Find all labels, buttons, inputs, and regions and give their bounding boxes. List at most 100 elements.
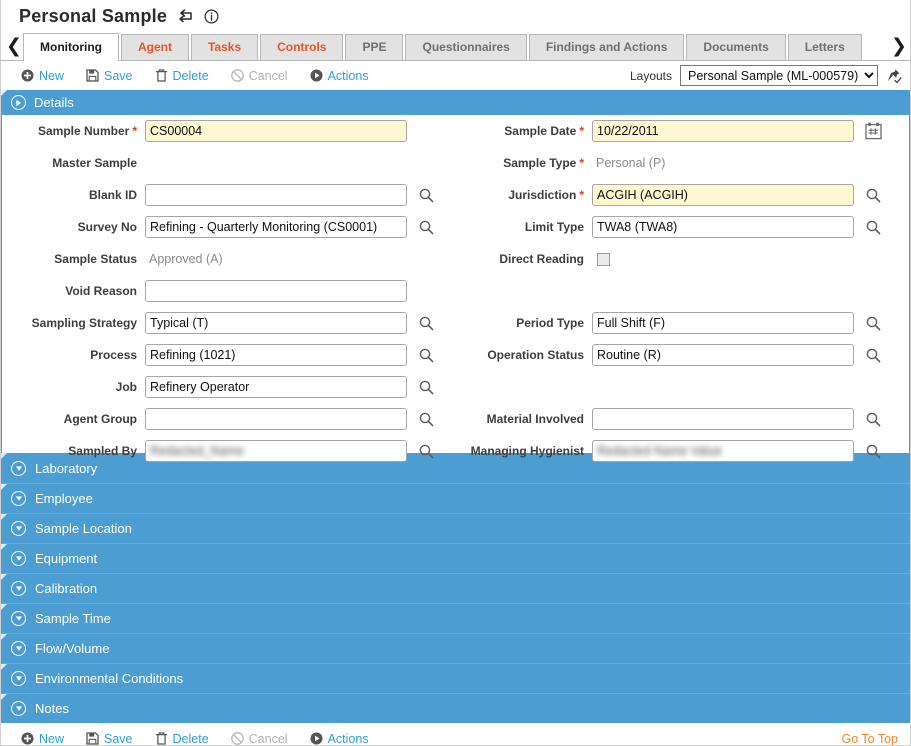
field-label-text: Period Type bbox=[516, 316, 584, 330]
field-label-sample-type: Sample Type * bbox=[457, 156, 592, 170]
lookup-search-icon-blank-id[interactable] bbox=[415, 184, 437, 206]
footer-actions-button[interactable]: Actions bbox=[310, 732, 369, 745]
tab-findings-and-actions[interactable]: Findings and Actions bbox=[528, 34, 685, 60]
new-button[interactable]: New bbox=[21, 69, 64, 83]
section-header-notes[interactable]: Notes bbox=[1, 693, 910, 723]
field-input-process[interactable]: Refining (1021) bbox=[145, 344, 407, 366]
actions-button[interactable]: Actions bbox=[310, 69, 369, 83]
delete-button[interactable]: Delete bbox=[155, 69, 209, 83]
field-row-sample-status: Sample Status Approved (A) bbox=[2, 243, 457, 275]
tab-ppe[interactable]: PPE bbox=[345, 34, 404, 60]
field-row-limit-type: Limit Type TWA8 (TWA8) bbox=[457, 211, 910, 243]
field-label-text: Limit Type bbox=[524, 220, 584, 234]
field-label-text: Sampling Strategy bbox=[31, 316, 137, 330]
footer-delete-button[interactable]: Delete bbox=[155, 731, 209, 746]
field-label-text: Operation Status bbox=[487, 348, 584, 362]
field-input-limit-type[interactable]: TWA8 (TWA8) bbox=[592, 216, 854, 238]
required-asterisk: * bbox=[132, 124, 137, 138]
field-label-text: Agent Group bbox=[63, 412, 137, 426]
tab-monitoring[interactable]: Monitoring bbox=[23, 33, 119, 61]
section-header-laboratory[interactable]: Laboratory bbox=[1, 453, 910, 483]
plus-circle-icon bbox=[21, 69, 34, 82]
tab-letters[interactable]: Letters bbox=[787, 34, 862, 60]
lookup-search-icon-operation-status[interactable] bbox=[862, 344, 884, 366]
section-header-flow-volume[interactable]: Flow/Volume bbox=[1, 633, 910, 663]
details-left-column: Sample Number * CS00004 Master Sample Blank … bbox=[2, 115, 457, 467]
field-label-sample-status: Sample Status bbox=[2, 252, 145, 266]
tab-controls[interactable]: Controls bbox=[260, 34, 344, 60]
field-row-operation-status: Operation Status Routine (R) bbox=[457, 339, 910, 371]
field-input-operation-status[interactable]: Routine (R) bbox=[592, 344, 854, 366]
cancel-circle-icon bbox=[230, 69, 244, 82]
field-input-period-type[interactable]: Full Shift (F) bbox=[592, 312, 854, 334]
details-section-header[interactable]: Details bbox=[1, 90, 910, 115]
lookup-search-icon-agent-group[interactable] bbox=[415, 408, 437, 430]
pin-check-icon[interactable] bbox=[886, 68, 902, 84]
tab-agent[interactable]: Agent bbox=[120, 34, 189, 60]
footer-save-button[interactable]: Save bbox=[86, 731, 133, 746]
section-header-sample-location[interactable]: Sample Location bbox=[1, 513, 910, 543]
lookup-search-icon-material-involved[interactable] bbox=[862, 408, 884, 430]
lookup-search-icon-survey-no[interactable] bbox=[415, 216, 437, 238]
field-input-blank-id[interactable] bbox=[145, 184, 407, 206]
lookup-search-icon-sampling-strategy[interactable] bbox=[415, 312, 437, 334]
required-asterisk: * bbox=[579, 156, 584, 170]
field-label-material-involved: Material Involved bbox=[457, 412, 592, 426]
section-header-equipment[interactable]: Equipment bbox=[1, 543, 910, 573]
field-label-void-reason: Void Reason bbox=[2, 284, 145, 298]
field-row-sample-type: Sample Type * Personal (P) bbox=[457, 147, 910, 179]
checkbox-direct-reading[interactable] bbox=[597, 252, 610, 266]
section-header-environmental-conditions[interactable]: Environmental Conditions bbox=[1, 663, 910, 693]
lookup-search-icon-process[interactable] bbox=[415, 344, 437, 366]
tab-questionnaires[interactable]: Questionnaires bbox=[405, 34, 527, 60]
tab-documents[interactable]: Documents bbox=[686, 34, 786, 60]
field-row-period-type: Period Type Full Shift (F) bbox=[457, 307, 910, 339]
field-label-sample-number: Sample Number * bbox=[2, 124, 145, 138]
section-header-sample-time[interactable]: Sample Time bbox=[1, 603, 910, 633]
lookup-search-icon-job[interactable] bbox=[415, 376, 437, 398]
field-input-sampling-strategy[interactable]: Typical (T) bbox=[145, 312, 407, 334]
field-input-void-reason[interactable] bbox=[145, 280, 407, 302]
field-input-material-involved[interactable] bbox=[592, 408, 854, 430]
footer-delete-button-label: Delete bbox=[172, 731, 209, 746]
lookup-search-icon-period-type[interactable] bbox=[862, 312, 884, 334]
section-header-calibration[interactable]: Calibration bbox=[1, 573, 910, 603]
lookup-search-icon-limit-type[interactable] bbox=[862, 216, 884, 238]
section-header-employee[interactable]: Employee bbox=[1, 483, 910, 513]
save-button[interactable]: Save bbox=[86, 69, 133, 83]
lookup-search-icon-jurisdiction[interactable] bbox=[862, 184, 884, 206]
field-input-survey-no[interactable]: Refining - Quarterly Monitoring (CS0001) bbox=[145, 216, 407, 238]
field-label-sampling-strategy: Sampling Strategy bbox=[2, 316, 145, 330]
footer-new-button[interactable]: New bbox=[21, 732, 64, 745]
section-title: Sample Location bbox=[35, 521, 132, 536]
field-label-agent-group: Agent Group bbox=[2, 412, 145, 426]
trash-can-icon bbox=[155, 732, 168, 745]
field-label-survey-no: Survey No bbox=[2, 220, 145, 234]
tabs-scroll-right-icon[interactable]: ❯ bbox=[890, 32, 908, 60]
tab-tasks[interactable]: Tasks bbox=[190, 34, 259, 60]
field-input-jurisdiction[interactable]: ACGIH (ACGIH) bbox=[592, 184, 854, 206]
field-input-job[interactable]: Refinery Operator bbox=[145, 376, 407, 398]
field-input-agent-group[interactable] bbox=[145, 408, 407, 430]
footer-cancel-button[interactable]: Cancel bbox=[230, 732, 288, 745]
section-title: Equipment bbox=[35, 551, 98, 566]
calendar-picker-icon-sample-date[interactable] bbox=[863, 121, 883, 141]
info-circle-icon[interactable] bbox=[204, 8, 219, 24]
tabs-scroll-left-icon[interactable]: ❮ bbox=[5, 32, 23, 60]
field-label-jurisdiction: Jurisdiction * bbox=[457, 188, 592, 202]
layouts-select[interactable]: Personal Sample (ML-000579) bbox=[680, 65, 878, 86]
go-to-top-link[interactable]: Go To Top bbox=[841, 732, 898, 746]
field-row-survey-no: Survey No Refining - Quarterly Monitoring… bbox=[2, 211, 457, 243]
field-label-text: Direct Reading bbox=[499, 252, 584, 266]
footer-save-button-label: Save bbox=[104, 731, 133, 746]
field-label-text: Sample Status bbox=[54, 252, 137, 266]
expand-collapse-chevron-down-icon bbox=[11, 701, 26, 716]
field-input-sample-number[interactable]: CS00004 bbox=[145, 120, 407, 142]
field-input-sample-date[interactable]: 10/22/2011 bbox=[592, 120, 854, 142]
cancel-button[interactable]: Cancel bbox=[230, 69, 288, 83]
page-titlebar: Personal Sample bbox=[1, 0, 910, 32]
required-asterisk: * bbox=[579, 188, 584, 202]
field-row-material-involved: Material Involved bbox=[457, 403, 910, 435]
section-title: Sample Time bbox=[35, 611, 111, 626]
return-arrow-icon[interactable] bbox=[177, 8, 194, 24]
